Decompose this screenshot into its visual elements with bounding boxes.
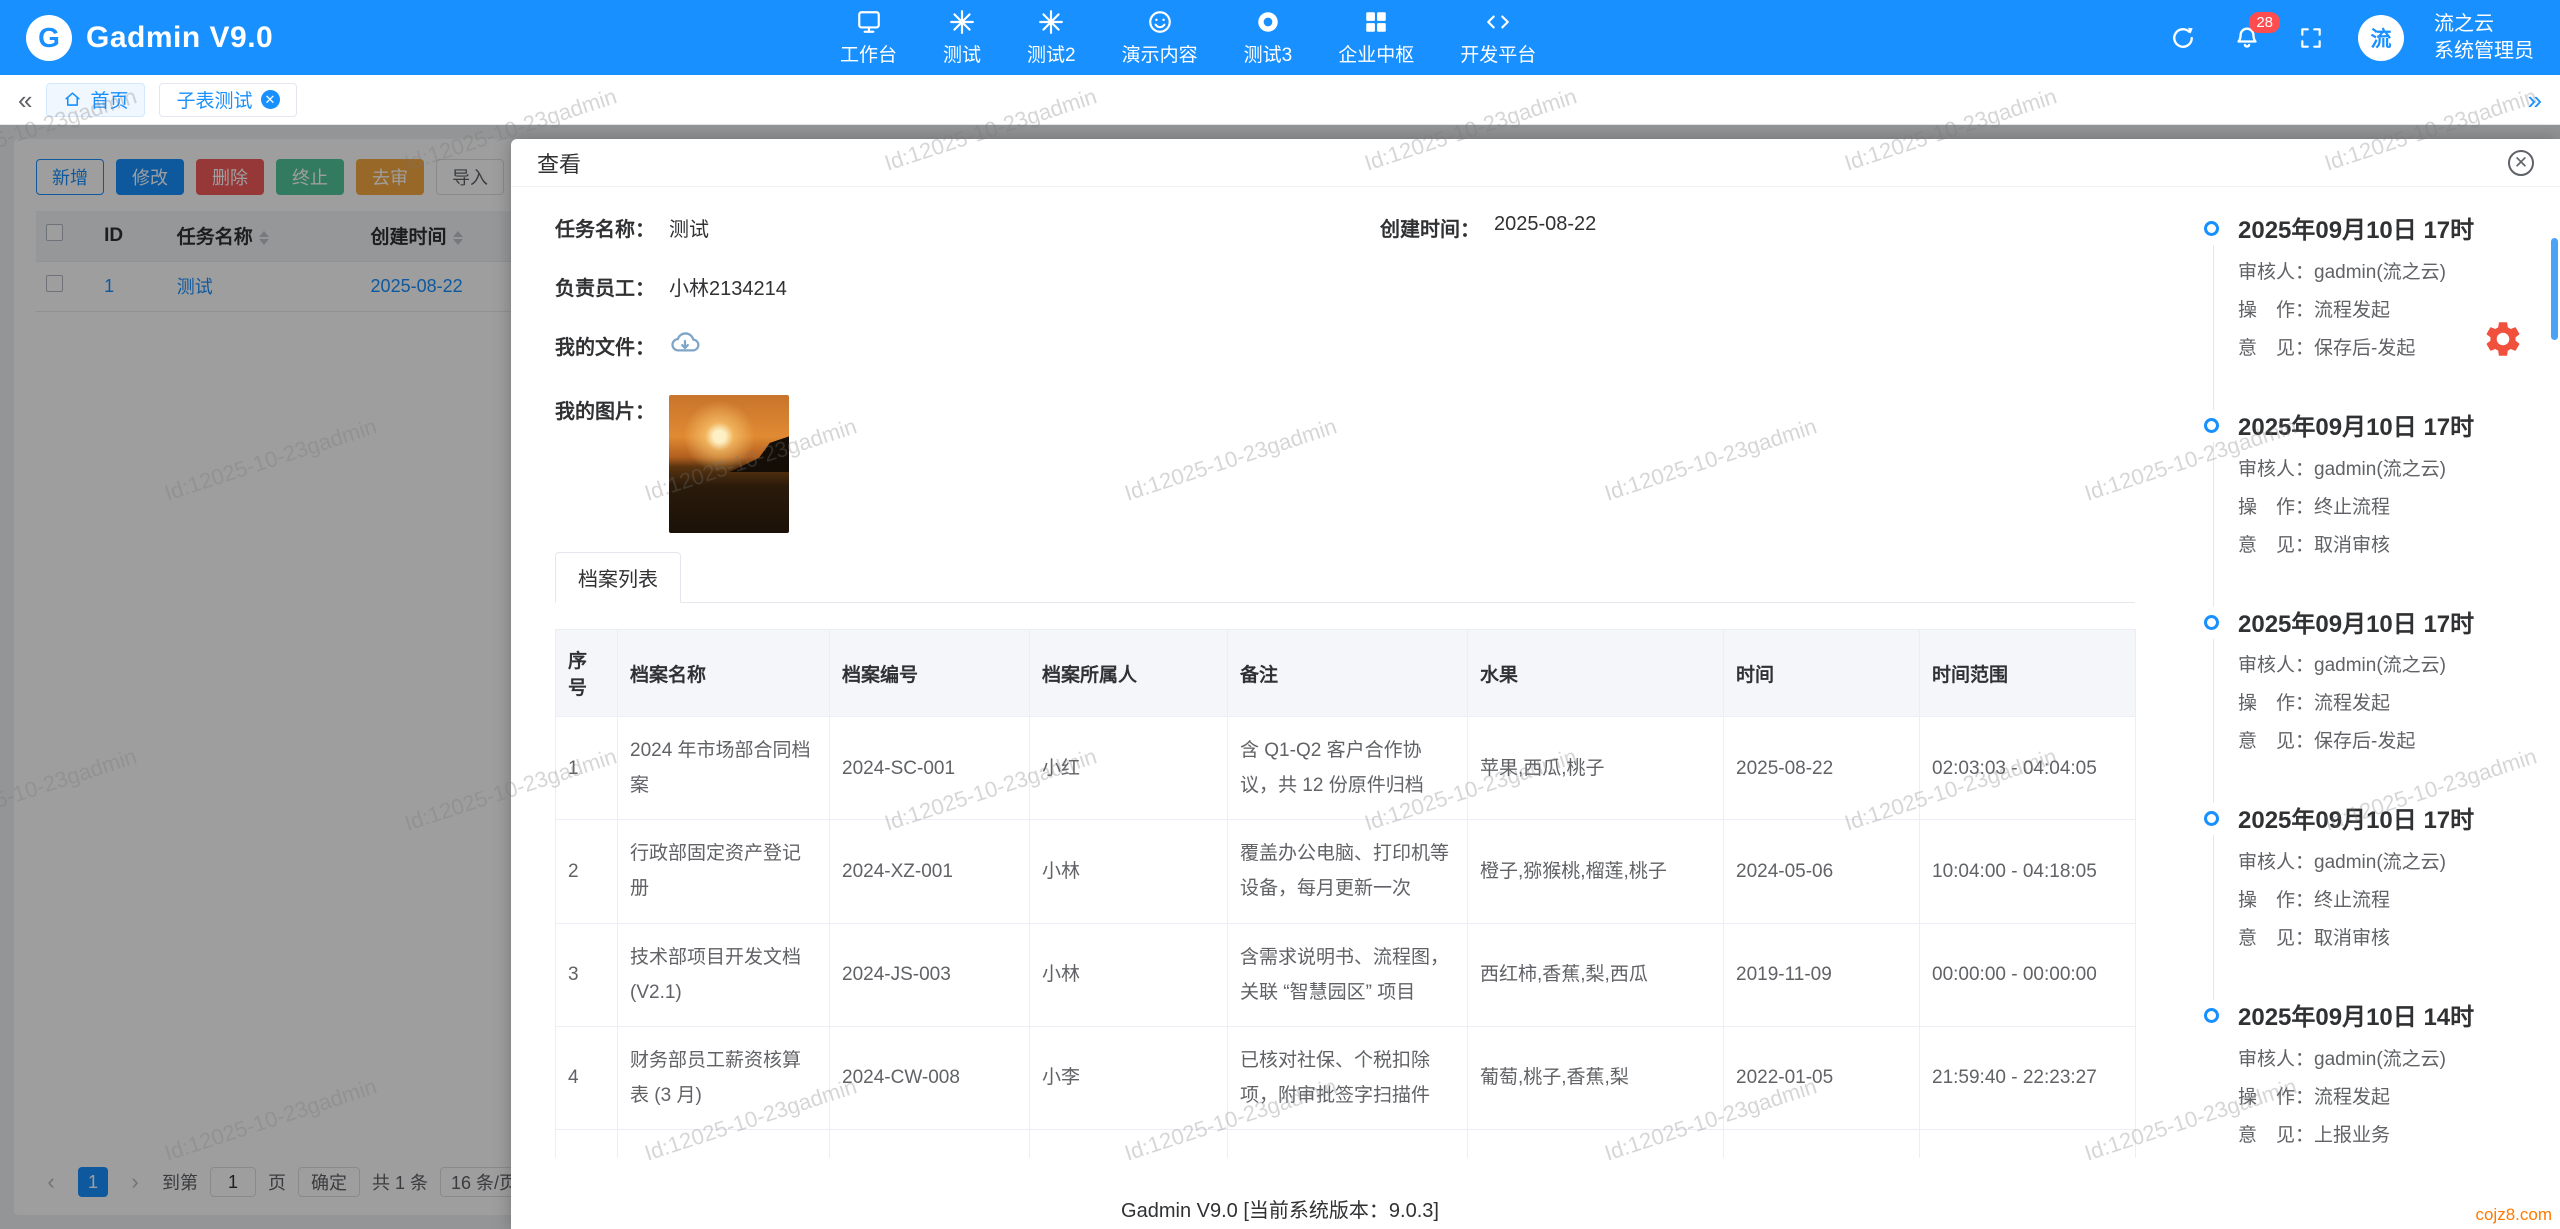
tab-bar: « 首页 子表测试 ✕ » — [0, 75, 2560, 125]
user-name: 流之云 — [2434, 11, 2534, 38]
archive-row-partial — [556, 1130, 2136, 1158]
timeline-dot-icon — [2204, 811, 2219, 826]
modal-close-button[interactable]: ✕ — [2508, 150, 2534, 176]
smile-icon — [1147, 9, 1173, 35]
modal-title: 查看 — [537, 147, 581, 179]
timeline-item: 2025年09月10日 17时 审核人：gadmin(流之云) 操 作：终止流程… — [2204, 414, 2538, 557]
workbench-icon — [856, 9, 882, 35]
home-icon — [63, 90, 82, 109]
code-icon — [1485, 9, 1511, 35]
timeline-dot-icon — [2204, 1008, 2219, 1023]
cloud-download-icon[interactable] — [669, 327, 701, 365]
nav-label: 演示内容 — [1122, 40, 1198, 67]
user-info[interactable]: 流之云 系统管理员 — [2434, 11, 2534, 65]
archive-row: 4 财务部员工薪资核算表 (3 月) 2024-CW-008 小李 已核对社保、… — [556, 1026, 2136, 1129]
tab-home-label: 首页 — [90, 86, 128, 113]
archive-table: 序号 档案名称 档案编号 档案所属人 备注 水果 时间 时间范围 1 2024 … — [555, 629, 2136, 1158]
asterisk-icon — [949, 9, 975, 35]
apps-icon — [1363, 9, 1389, 35]
timeline-dot-icon — [2204, 221, 2219, 236]
nav-label: 测试2 — [1027, 40, 1076, 67]
tab-active-label: 子表测试 — [176, 86, 252, 113]
archive-row: 3 技术部项目开发文档 (V2.1) 2024-JS-003 小林 含需求说明书… — [556, 923, 2136, 1026]
col-time-range: 时间范围 — [1920, 630, 2136, 717]
timeline-dot-icon — [2204, 615, 2219, 630]
fullscreen-button[interactable] — [2294, 21, 2328, 55]
tabs-scroll-left-icon[interactable]: « — [18, 87, 32, 113]
archive-header-row: 序号 档案名称 档案编号 档案所属人 备注 水果 时间 时间范围 — [556, 630, 2136, 717]
timeline-item: 2025年09月10日 17时 审核人：gadmin(流之云) 操 作：终止流程… — [2204, 807, 2538, 950]
nav-item-workbench[interactable]: 工作台 — [840, 9, 897, 67]
tab-subtable-test[interactable]: 子表测试 ✕ — [159, 83, 296, 117]
main-nav: 工作台 测试 测试2 演示内容 — [840, 0, 1536, 75]
nav-label: 测试3 — [1244, 40, 1293, 67]
brand[interactable]: G Gadmin V9.0 — [26, 15, 273, 61]
field-task-name: 任务名称： 测试 — [555, 213, 1380, 242]
notifications-button[interactable]: 28 — [2230, 21, 2264, 55]
nav-item-demo[interactable]: 演示内容 — [1122, 9, 1198, 67]
col-time: 时间 — [1724, 630, 1920, 717]
nav-item-test2[interactable]: 测试2 — [1027, 9, 1076, 67]
modal-header: 查看 ✕ — [511, 139, 2560, 187]
archive-tabs: 档案列表 — [555, 551, 2135, 603]
disc-icon — [1255, 9, 1281, 35]
nav-label: 企业中枢 — [1338, 40, 1414, 67]
field-created: 创建时间： 2025-08-22 — [1380, 213, 1596, 242]
corner-watermark: cojz8.com — [2475, 1205, 2552, 1225]
field-image: 我的图片： — [555, 395, 1380, 533]
nav-item-enterprise-hub[interactable]: 企业中枢 — [1338, 9, 1414, 67]
theme-settings-gear-icon[interactable] — [2482, 318, 2524, 365]
tabs-scroll-right-icon[interactable]: » — [2528, 87, 2542, 113]
col-archive-owner: 档案所属人 — [1030, 630, 1228, 717]
logo-icon: G — [26, 15, 72, 61]
nav-label: 工作台 — [840, 40, 897, 67]
col-index: 序号 — [556, 630, 618, 717]
view-modal: 查看 ✕ 任务名称： 测试 创建时间： 2025-08-22 负责员工： 小林2… — [511, 139, 2560, 1229]
col-archive-no: 档案编号 — [830, 630, 1030, 717]
col-fruit: 水果 — [1468, 630, 1724, 717]
page-scrollbar-thumb[interactable] — [2551, 238, 2558, 340]
app-title: Gadmin V9.0 — [86, 21, 273, 55]
timeline-item: 2025年09月10日 14时 审核人：gadmin(流之云) 操 作：流程发起… — [2204, 1004, 2538, 1147]
nav-item-test3[interactable]: 测试3 — [1244, 9, 1293, 67]
timeline-dot-icon — [2204, 418, 2219, 433]
user-avatar[interactable]: 流 — [2358, 15, 2404, 61]
field-files: 我的文件： — [555, 331, 1380, 365]
asterisk-icon — [1038, 9, 1064, 35]
tab-close-icon[interactable]: ✕ — [261, 90, 280, 109]
nav-label: 开发平台 — [1460, 40, 1536, 67]
col-remark: 备注 — [1228, 630, 1468, 717]
field-owner: 负责员工： 小林2134214 — [555, 272, 1380, 301]
nav-label: 测试 — [943, 40, 981, 67]
app-root: G Gadmin V9.0 工作台 测试 测试2 — [0, 0, 2560, 1229]
tab-home[interactable]: 首页 — [46, 83, 145, 117]
tab-archive-list[interactable]: 档案列表 — [555, 552, 681, 603]
navbar-actions: 28 流 流之云 系统管理员 — [2166, 11, 2534, 65]
notification-badge: 28 — [2249, 12, 2280, 33]
nav-item-dev-platform[interactable]: 开发平台 — [1460, 9, 1536, 67]
sunset-photo-thumbnail[interactable] — [669, 395, 789, 533]
col-archive-name: 档案名称 — [618, 630, 830, 717]
refresh-button[interactable] — [2166, 21, 2200, 55]
timeline-item: 2025年09月10日 17时 审核人：gadmin(流之云) 操 作：流程发起… — [2204, 611, 2538, 754]
top-navbar: G Gadmin V9.0 工作台 测试 测试2 — [0, 0, 2560, 75]
archive-row: 2 行政部固定资产登记册 2024-XZ-001 小林 覆盖办公电脑、打印机等设… — [556, 820, 2136, 923]
user-role: 系统管理员 — [2434, 38, 2534, 65]
nav-item-test[interactable]: 测试 — [943, 9, 981, 67]
system-version-footer: Gadmin V9.0 [当前系统版本：9.0.3] — [0, 1194, 2560, 1223]
archive-row: 1 2024 年市场部合同档案 2024-SC-001 小红 含 Q1-Q2 客… — [556, 717, 2136, 820]
